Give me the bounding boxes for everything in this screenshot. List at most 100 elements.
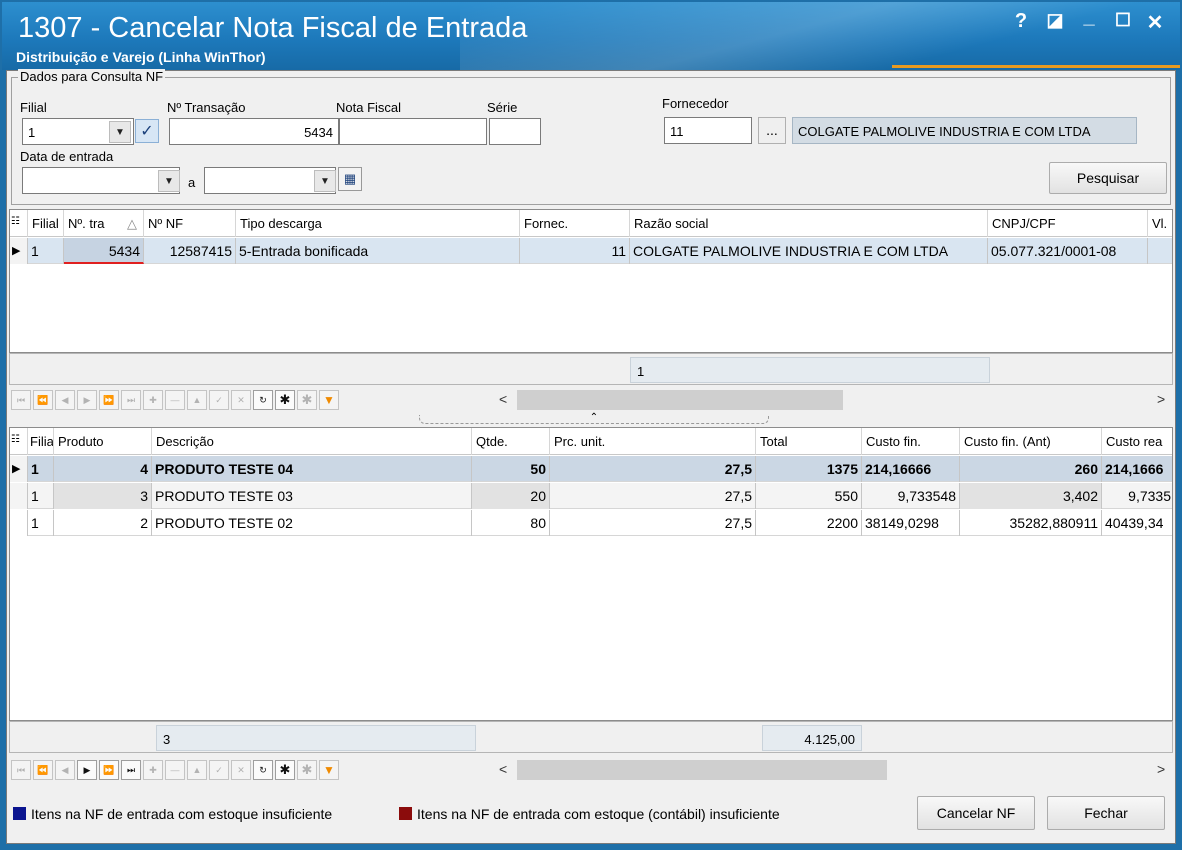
nav-filter-icon[interactable]: ▼ [319, 390, 339, 410]
nav-last-icon[interactable]: ⏭ [121, 390, 141, 410]
scroll-left-icon[interactable]: < [499, 761, 507, 777]
filial-value: 1 [28, 125, 36, 140]
calendar-icon[interactable]: ▦ [338, 167, 362, 191]
nav-prev-icon[interactable]: ◀ [55, 760, 75, 780]
nav-prev-page-icon[interactable]: ⏪ [33, 760, 53, 780]
nav-refresh-icon[interactable]: ↻ [253, 390, 273, 410]
nf-cell-fornec: 11 [520, 238, 630, 264]
serie-label: Série [487, 100, 518, 115]
item-row[interactable]: ▶ 1 4 PRODUTO TESTE 04 50 27,5 1375 214,… [10, 456, 1172, 482]
cancelar-nf-button[interactable]: Cancelar NF [917, 796, 1035, 830]
fornecedor-input[interactable]: 11 [664, 117, 752, 144]
items-col-custo[interactable]: Custo fin. [862, 428, 960, 455]
item-cell-total: 1375 [756, 456, 862, 482]
nf-cell-filial: 1 [28, 238, 64, 264]
serie-input[interactable] [489, 118, 541, 145]
items-hscroll-thumb[interactable] [517, 760, 887, 780]
items-col-prc[interactable]: Prc. unit. [550, 428, 756, 455]
nf-cell-razao: COLGATE PALMOLIVE INDUSTRIA E COM LTDA [630, 238, 988, 264]
item-row[interactable]: 1 3 PRODUTO TESTE 03 20 27,5 550 9,73354… [10, 483, 1172, 509]
nav-prev-icon[interactable]: ◀ [55, 390, 75, 410]
scroll-left-icon[interactable]: < [499, 391, 507, 407]
column-chooser-icon[interactable]: ☷ [10, 210, 28, 237]
data-entrada-label: Data de entrada [20, 149, 114, 164]
nav-cancel-icon[interactable]: ✕ [231, 760, 251, 780]
nav-edit-icon[interactable]: ▲ [187, 390, 207, 410]
fornecedor-lookup-button[interactable]: ... [758, 117, 786, 144]
items-col-custo-real[interactable]: Custo rea [1102, 428, 1172, 455]
scroll-right-icon[interactable]: > [1157, 391, 1165, 407]
close-icon[interactable]: ✕ [1142, 10, 1168, 35]
item-cell-prc: 27,5 [550, 456, 756, 482]
items-col-qtde[interactable]: Qtde. [472, 428, 550, 455]
item-cell-total: 2200 [756, 510, 862, 536]
nav-cancel-icon[interactable]: ✕ [231, 390, 251, 410]
nav-bookmark-icon[interactable]: ✱ [275, 390, 295, 410]
item-cell-prc: 27,5 [550, 510, 756, 536]
minimize-icon[interactable]: _ [1076, 6, 1102, 29]
items-col-descricao[interactable]: Descrição [152, 428, 472, 455]
items-navigator: ⏮ ⏪ ◀ ▶ ⏩ ⏭ ✚ — ▲ ✓ ✕ ↻ ✱ ✱ ▼ < > [9, 757, 1173, 783]
items-column-chooser-icon[interactable]: ☷ [10, 428, 28, 455]
filial-label: Filial [20, 100, 47, 115]
nav-post-icon[interactable]: ✓ [209, 760, 229, 780]
nav-delete-icon[interactable]: — [165, 760, 185, 780]
window-title: 1307 - Cancelar Nota Fiscal de Entrada [18, 12, 528, 44]
nav-first-icon[interactable]: ⏮ [11, 390, 31, 410]
data-inicio-dropdown-icon[interactable]: ▼ [158, 170, 180, 192]
nav-delete-icon[interactable]: — [165, 390, 185, 410]
nav-edit-icon[interactable]: ▲ [187, 760, 207, 780]
filial-dropdown-icon[interactable]: ▼ [109, 121, 131, 143]
data-inicio-input[interactable] [22, 167, 180, 194]
nav-prev-page-icon[interactable]: ⏪ [33, 390, 53, 410]
nota-fiscal-input[interactable] [339, 118, 487, 145]
scroll-right-icon[interactable]: > [1157, 761, 1165, 777]
nav-goto-bookmark-icon[interactable]: ✱ [297, 760, 317, 780]
items-total-summary: 4.125,00 [762, 725, 862, 751]
nav-first-icon[interactable]: ⏮ [11, 760, 31, 780]
nav-goto-bookmark-icon[interactable]: ✱ [297, 390, 317, 410]
nav-insert-icon[interactable]: ✚ [143, 760, 163, 780]
transacao-input[interactable]: 5434 [169, 118, 339, 145]
nav-bookmark-icon[interactable]: ✱ [275, 760, 295, 780]
nf-col-fornec[interactable]: Fornec. [520, 210, 630, 237]
nav-next-icon[interactable]: ▶ [77, 760, 97, 780]
nf-col-razao[interactable]: Razão social [630, 210, 988, 237]
title-bar[interactable]: 1307 - Cancelar Nota Fiscal de Entrada D… [2, 2, 1180, 70]
items-count-summary: 3 [156, 725, 476, 751]
item-row[interactable]: 1 2 PRODUTO TESTE 02 80 27,5 2200 38149,… [10, 510, 1172, 536]
splitter-handle[interactable]: ⌃ [419, 413, 769, 424]
items-grid: ☷ Filia Produto Descrição Qtde. Prc. uni… [9, 427, 1173, 721]
item-cell-custo-real: 9,7335 [1128, 488, 1171, 504]
pesquisar-button[interactable]: Pesquisar [1049, 162, 1167, 194]
help-icon[interactable]: ? [1008, 10, 1034, 33]
nf-col-cnpj[interactable]: CNPJ/CPF [988, 210, 1148, 237]
items-col-total[interactable]: Total [756, 428, 862, 455]
legend-label-contabil: Itens na NF de entrada com estoque (cont… [417, 806, 780, 822]
maximize-icon[interactable]: ☐ [1110, 10, 1136, 31]
nf-col-filial[interactable]: Filial [28, 210, 64, 237]
nf-hscroll-thumb[interactable] [517, 390, 843, 410]
items-col-produto[interactable]: Produto [54, 428, 152, 455]
nf-col-nf[interactable]: Nº NF [144, 210, 236, 237]
restore-icon[interactable]: ◪ [1042, 10, 1068, 31]
nav-refresh-icon[interactable]: ↻ [253, 760, 273, 780]
filial-confirm-icon[interactable]: ✓ [135, 119, 159, 143]
items-col-custo-ant[interactable]: Custo fin. (Ant) [960, 428, 1102, 455]
nav-filter-icon[interactable]: ▼ [319, 760, 339, 780]
nav-last-icon[interactable]: ⏭ [121, 760, 141, 780]
nav-insert-icon[interactable]: ✚ [143, 390, 163, 410]
nav-next-page-icon[interactable]: ⏩ [99, 760, 119, 780]
nf-col-transacao[interactable]: Nº. tra △ [64, 210, 144, 237]
fechar-button[interactable]: Fechar [1047, 796, 1165, 830]
nf-col-valor[interactable]: Vl. [1148, 210, 1172, 237]
nav-post-icon[interactable]: ✓ [209, 390, 229, 410]
items-col-filial[interactable]: Filia [28, 428, 54, 455]
nav-next-page-icon[interactable]: ⏩ [99, 390, 119, 410]
item-cell-descricao: PRODUTO TESTE 03 [152, 483, 472, 509]
nf-col-tipo[interactable]: Tipo descarga [236, 210, 520, 237]
nav-next-icon[interactable]: ▶ [77, 390, 97, 410]
item-cell-custo-ant: 3,402 [960, 483, 1102, 509]
data-fim-dropdown-icon[interactable]: ▼ [314, 170, 336, 192]
nf-row[interactable]: ▶ 1 5434 12587415 5-Entrada bonificada 1… [10, 238, 1172, 264]
